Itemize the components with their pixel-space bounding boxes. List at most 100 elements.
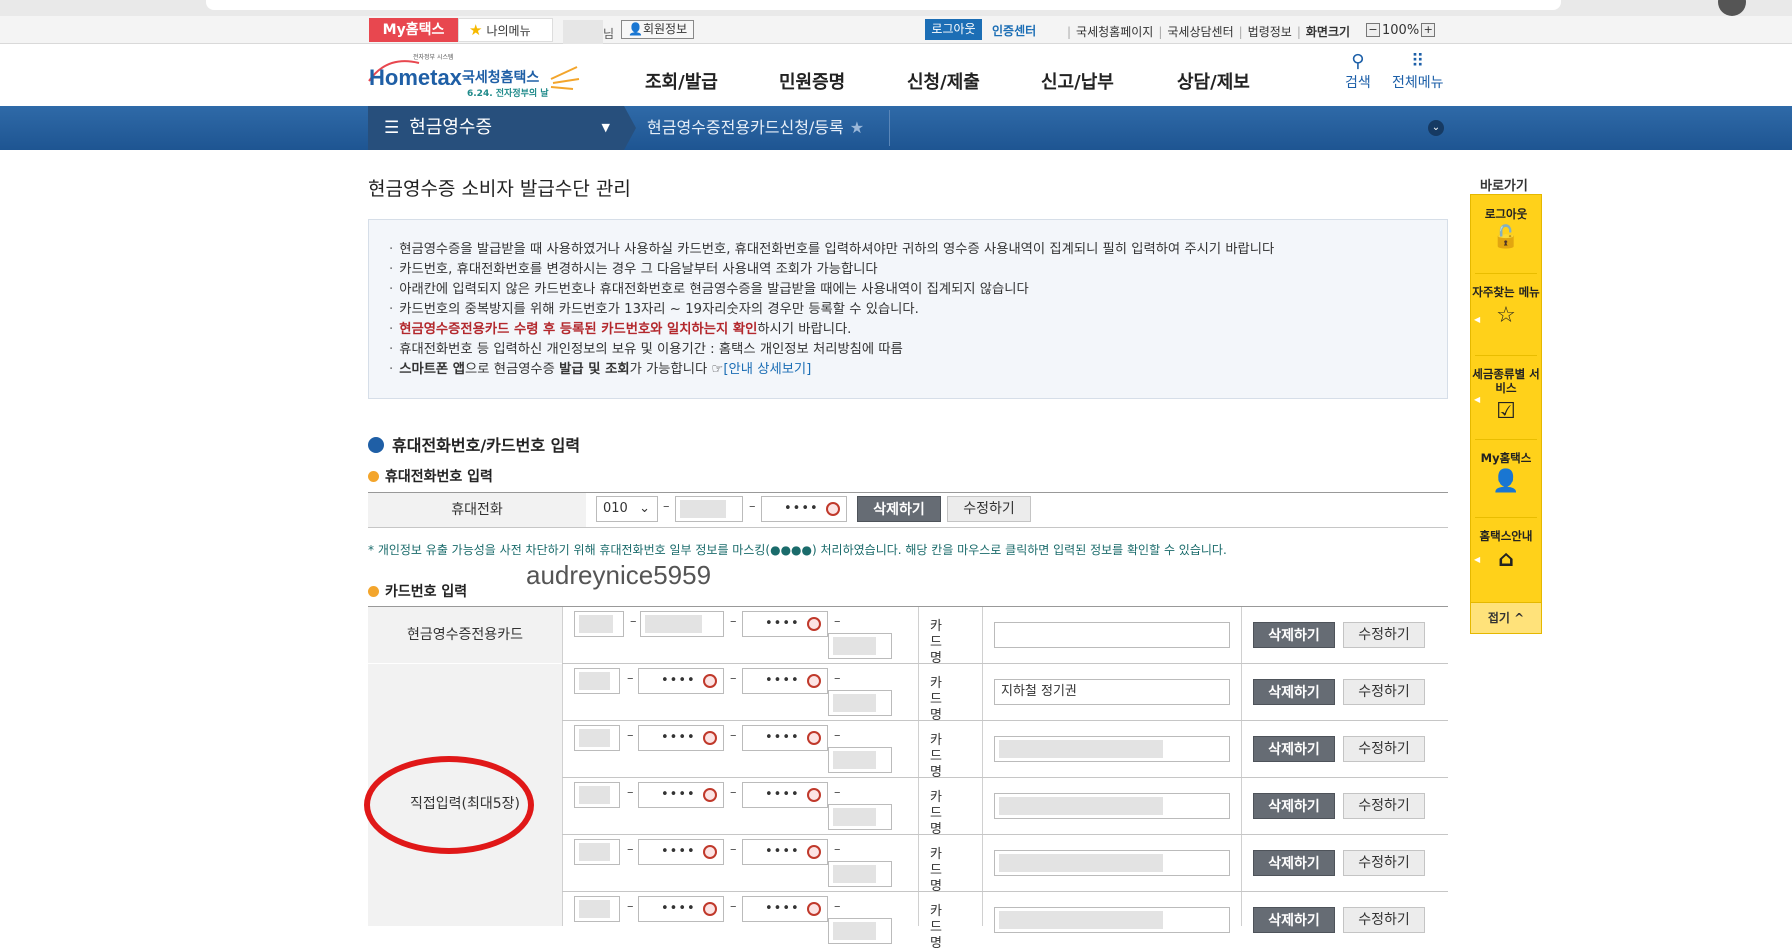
reveal-icon[interactable] <box>807 617 821 631</box>
my-hometax-tab[interactable]: My홈택스 <box>369 18 458 42</box>
card-number-4[interactable] <box>828 690 892 716</box>
card-number-3[interactable]: •••• <box>742 611 828 637</box>
card-name-input[interactable] <box>994 907 1230 933</box>
card-modify-button[interactable]: 수정하기 <box>1343 793 1425 819</box>
reveal-icon[interactable] <box>807 731 821 745</box>
card-modify-button[interactable]: 수정하기 <box>1343 679 1425 705</box>
card-number-1[interactable] <box>574 839 620 865</box>
phone-prefix-select[interactable]: 010 ⌄ <box>596 496 658 522</box>
quick-favorites[interactable]: 자주찾는 메뉴 ☆ <box>1471 285 1541 329</box>
reveal-icon[interactable] <box>703 845 717 859</box>
quick-logout[interactable]: 로그아웃 🔓 <box>1471 207 1541 251</box>
card-modify-button[interactable]: 수정하기 <box>1343 907 1425 933</box>
reveal-icon[interactable] <box>703 731 717 745</box>
card-modify-button[interactable]: 수정하기 <box>1343 850 1425 876</box>
phone-last-input[interactable]: •••• <box>761 496 847 522</box>
bullet-icon <box>368 437 384 453</box>
info-warning-text: 현금영수증전용카드 수령 후 등록된 카드번호와 일치하는지 확인 <box>399 322 758 337</box>
quick-my-hometax[interactable]: My홈택스 👤 <box>1471 451 1541 495</box>
fold-button[interactable]: 접기 ^ <box>1470 602 1542 634</box>
card-delete-button[interactable]: 삭제하기 <box>1253 850 1335 876</box>
reveal-icon[interactable] <box>807 674 821 688</box>
card-name-input[interactable] <box>994 793 1230 819</box>
reveal-icon[interactable] <box>807 902 821 916</box>
favorite-star-icon[interactable]: ★ <box>850 118 864 137</box>
card-number-2[interactable]: •••• <box>638 725 724 751</box>
card-delete-button[interactable]: 삭제하기 <box>1253 679 1335 705</box>
card-number-2[interactable] <box>640 611 724 637</box>
hometax-logo[interactable]: 전자정부 시스템 Hometax 국세청홈택스 6.24. 전자정부의 날 <box>367 49 587 101</box>
masked-value: •••• <box>765 787 800 802</box>
gnb-application[interactable]: 신청/제출 <box>907 68 980 94</box>
svg-text:전자정부 시스템: 전자정부 시스템 <box>413 53 454 61</box>
phone-middle-input[interactable] <box>675 496 743 522</box>
reveal-icon[interactable] <box>826 502 840 516</box>
card-number-2[interactable]: •••• <box>638 896 724 922</box>
member-info-button[interactable]: 👤회원정보 <box>621 20 695 39</box>
card-number-1[interactable] <box>574 896 620 922</box>
card-number-4[interactable] <box>828 747 892 773</box>
tax-consult-link[interactable]: 국세상담센터 <box>1167 25 1233 39</box>
gnb-payment[interactable]: 신고/납부 <box>1041 68 1114 94</box>
gnb-inquiry[interactable]: 조회/발급 <box>645 68 718 94</box>
card-modify-button[interactable]: 수정하기 <box>1343 622 1425 648</box>
card-name-input[interactable] <box>994 736 1230 762</box>
browser-address-bar[interactable] <box>206 0 1561 10</box>
expand-down-icon[interactable]: ⌄ <box>1428 120 1444 136</box>
reveal-icon[interactable] <box>807 845 821 859</box>
phone-modify-button[interactable]: 수정하기 <box>947 496 1031 522</box>
card-number-2[interactable]: •••• <box>638 782 724 808</box>
gnb-certificate[interactable]: 민원증명 <box>779 68 845 94</box>
card-modify-button[interactable]: 수정하기 <box>1343 736 1425 762</box>
card-number-3[interactable]: •••• <box>742 725 828 751</box>
card-number-2[interactable]: •••• <box>638 668 724 694</box>
card-number-1[interactable] <box>574 725 620 751</box>
reveal-icon[interactable] <box>807 788 821 802</box>
my-menu-tab[interactable]: ★ 나의메뉴 <box>458 18 553 42</box>
zoom-in-button[interactable]: + <box>1421 23 1436 37</box>
card-delete-button[interactable]: 삭제하기 <box>1253 793 1335 819</box>
gnb-consult[interactable]: 상담/제보 <box>1177 68 1250 94</box>
reveal-icon[interactable] <box>703 674 717 688</box>
card-number-3[interactable]: •••• <box>742 668 828 694</box>
card-number-4[interactable] <box>828 861 892 887</box>
cert-center-link[interactable]: 인증센터 <box>992 22 1036 39</box>
card-number-1[interactable] <box>574 668 620 694</box>
menu-dropdown[interactable]: ☰ 현금영수증 ▼ <box>368 106 624 150</box>
masked-value: •••• <box>765 901 800 916</box>
card-delete-button[interactable]: 삭제하기 <box>1253 622 1335 648</box>
card-name-input[interactable] <box>994 850 1230 876</box>
law-info-link[interactable]: 법령정보 <box>1248 25 1292 39</box>
card-number-1[interactable] <box>574 782 620 808</box>
zoom-out-button[interactable]: − <box>1366 23 1380 37</box>
masked-value: •••• <box>784 501 819 516</box>
card-name-input[interactable]: 지하철 정기권 <box>994 679 1230 705</box>
card-number-4[interactable] <box>828 918 892 944</box>
card-delete-button[interactable]: 삭제하기 <box>1253 907 1335 933</box>
reveal-icon[interactable] <box>703 902 717 916</box>
quick-guide[interactable]: 홈택스안내 ⌂ <box>1471 529 1541 573</box>
quick-my-hometax-label: My홈택스 <box>1480 451 1532 465</box>
card-number-3[interactable]: •••• <box>742 839 828 865</box>
phone-delete-button[interactable]: 삭제하기 <box>857 496 941 522</box>
nts-homepage-link[interactable]: 국세청홈페이지 <box>1076 25 1153 39</box>
dash: – <box>663 499 670 514</box>
info-text: 하시기 바랍니다. <box>757 322 852 337</box>
card-name-input[interactable] <box>994 622 1230 648</box>
breadcrumb[interactable]: 현금영수증전용카드신청/등록 ★ <box>647 106 864 150</box>
quick-tax-service[interactable]: 세금종류별 서비스 ☑ <box>1471 367 1541 425</box>
card-number-4[interactable] <box>828 633 892 659</box>
card-number-1[interactable] <box>574 611 624 637</box>
card-number-4[interactable] <box>828 804 892 830</box>
reveal-icon[interactable] <box>703 788 717 802</box>
browser-profile-icon[interactable] <box>1718 0 1746 16</box>
card-delete-button[interactable]: 삭제하기 <box>1253 736 1335 762</box>
logout-button[interactable]: 로그아웃 <box>925 19 982 40</box>
person-icon: 👤 <box>628 22 643 36</box>
card-number-3[interactable]: •••• <box>742 782 828 808</box>
card-number-2[interactable]: •••• <box>638 839 724 865</box>
search-button[interactable]: ⚲ 검색 <box>1345 52 1371 92</box>
card-number-3[interactable]: •••• <box>742 896 828 922</box>
all-menu-button[interactable]: ⠿ 전체메뉴 <box>1392 52 1444 92</box>
guide-detail-link[interactable]: [안내 상세보기] <box>723 362 811 377</box>
